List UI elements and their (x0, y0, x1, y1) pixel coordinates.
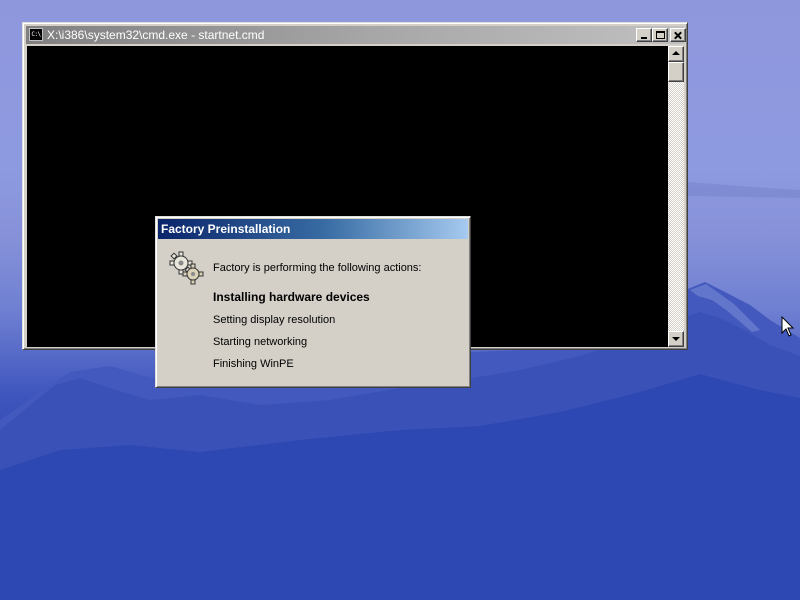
action-item-networking: Starting networking (213, 336, 308, 348)
close-button[interactable] (670, 28, 686, 42)
factory-status-message: Factory is performing the following acti… (213, 262, 422, 274)
factory-dialog-titlebar[interactable]: Factory Preinstallation (158, 219, 468, 239)
console-vertical-scrollbar[interactable] (668, 46, 684, 347)
wallpaper-distant-ridge (688, 182, 800, 198)
console-titlebar[interactable]: C:\ X:\i386\system32\cmd.exe - startnet.… (26, 26, 686, 44)
mouse-pointer-icon (781, 316, 795, 337)
scroll-down-button[interactable] (668, 331, 684, 347)
scroll-up-button[interactable] (668, 46, 684, 62)
console-window-title: X:\i386\system32\cmd.exe - startnet.cmd (47, 28, 265, 42)
scrollbar-thumb[interactable] (668, 62, 684, 82)
factory-preinstallation-dialog[interactable]: Factory Preinstallation Factory is perfo… (155, 216, 471, 388)
console-app-icon[interactable]: C:\ (29, 28, 43, 41)
maximize-button[interactable] (652, 28, 668, 42)
action-item-finishing-winpe: Finishing WinPE (213, 358, 294, 370)
minimize-button[interactable] (636, 28, 652, 42)
desktop: C:\ X:\i386\system32\cmd.exe - startnet.… (0, 0, 800, 600)
gears-icon (169, 251, 204, 285)
action-item-installing-hardware: Installing hardware devices (213, 290, 370, 304)
factory-dialog-title: Factory Preinstallation (161, 222, 291, 236)
action-item-display-resolution: Setting display resolution (213, 314, 336, 326)
